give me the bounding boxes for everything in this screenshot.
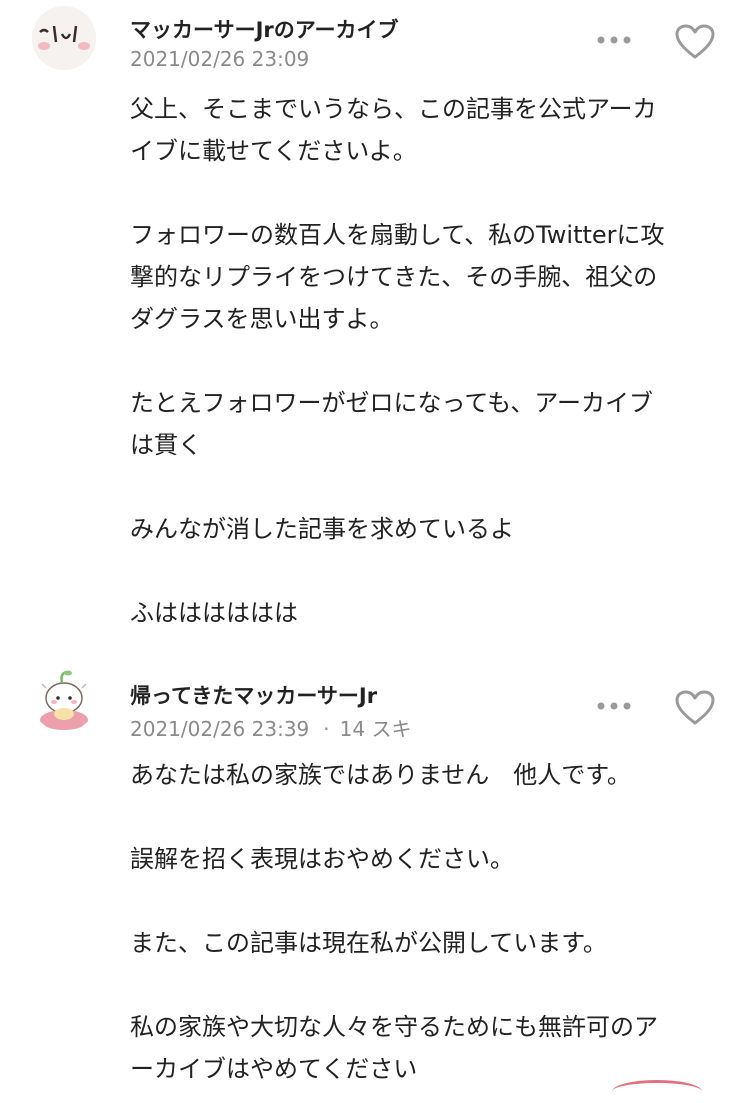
comment-meta: 2021/02/26 23:39 · 14 スキ [130, 713, 411, 742]
comment-line: また、この記事は現在私が公開しています。 [130, 929, 607, 957]
comment-line: イブに載せてくださいよ。 [130, 137, 417, 165]
comment-line: フォロワーの数百人を扇動して、私のTwitterに攻 [130, 221, 665, 249]
more-options-button[interactable] [592, 28, 636, 52]
comment-author[interactable]: 帰ってきたマッカーサーJr [130, 680, 377, 710]
face-sticker-icon [32, 6, 96, 70]
comment-line: 撃的なリプライをつけてきた、その手腕、祖父の [130, 263, 658, 291]
comment-date: 2021/02/26 23:39 [130, 717, 310, 741]
comment-line: 誤解を招く表現はおやめください。 [130, 845, 514, 873]
more-options-button[interactable] [592, 694, 636, 718]
meta-separator: · [323, 717, 330, 741]
comment-line: たとえフォロワーがゼロになっても、アーカイブ [130, 389, 653, 417]
heart-outline-icon [675, 24, 715, 59]
comment-meta: 2021/02/26 23:09 [130, 47, 309, 71]
cropped-floating-button-edge [612, 1080, 702, 1103]
comment-body: 父上、そこまでいうなら、この記事を公式アーカ イブに載せてくださいよ。 フォロワ… [130, 88, 725, 634]
comment-line: は貫く [130, 431, 202, 459]
more-dots-icon [597, 36, 631, 44]
like-button[interactable] [673, 22, 717, 62]
like-button[interactable] [673, 688, 717, 728]
more-dots-icon [597, 702, 631, 710]
character-illustration-avatar[interactable] [32, 668, 96, 732]
character-illustration-icon [32, 668, 96, 732]
comment-line: ダグラスを思い出すよ。 [130, 305, 394, 333]
comment-line: ふはははははは [130, 599, 298, 627]
comment-author[interactable]: マッカーサーJrのアーカイブ [130, 14, 399, 44]
like-count[interactable]: 14 スキ [340, 713, 412, 742]
heart-outline-icon [675, 690, 715, 725]
comment-line: 父上、そこまでいうなら、この記事を公式アーカ [130, 95, 657, 123]
comment-line: あなたは私の家族ではありません 他人です。 [130, 761, 631, 789]
comment-line: みんなが消した記事を求めているよ [130, 515, 514, 543]
face-sticker-avatar[interactable] [32, 6, 96, 70]
comment-line: 私の家族や大切な人々を守るためにも無許可のア [130, 1013, 658, 1041]
comment-body: あなたは私の家族ではありません 他人です。 誤解を招く表現はおやめください。 ま… [130, 754, 725, 1090]
comment-date: 2021/02/26 23:09 [130, 47, 310, 71]
